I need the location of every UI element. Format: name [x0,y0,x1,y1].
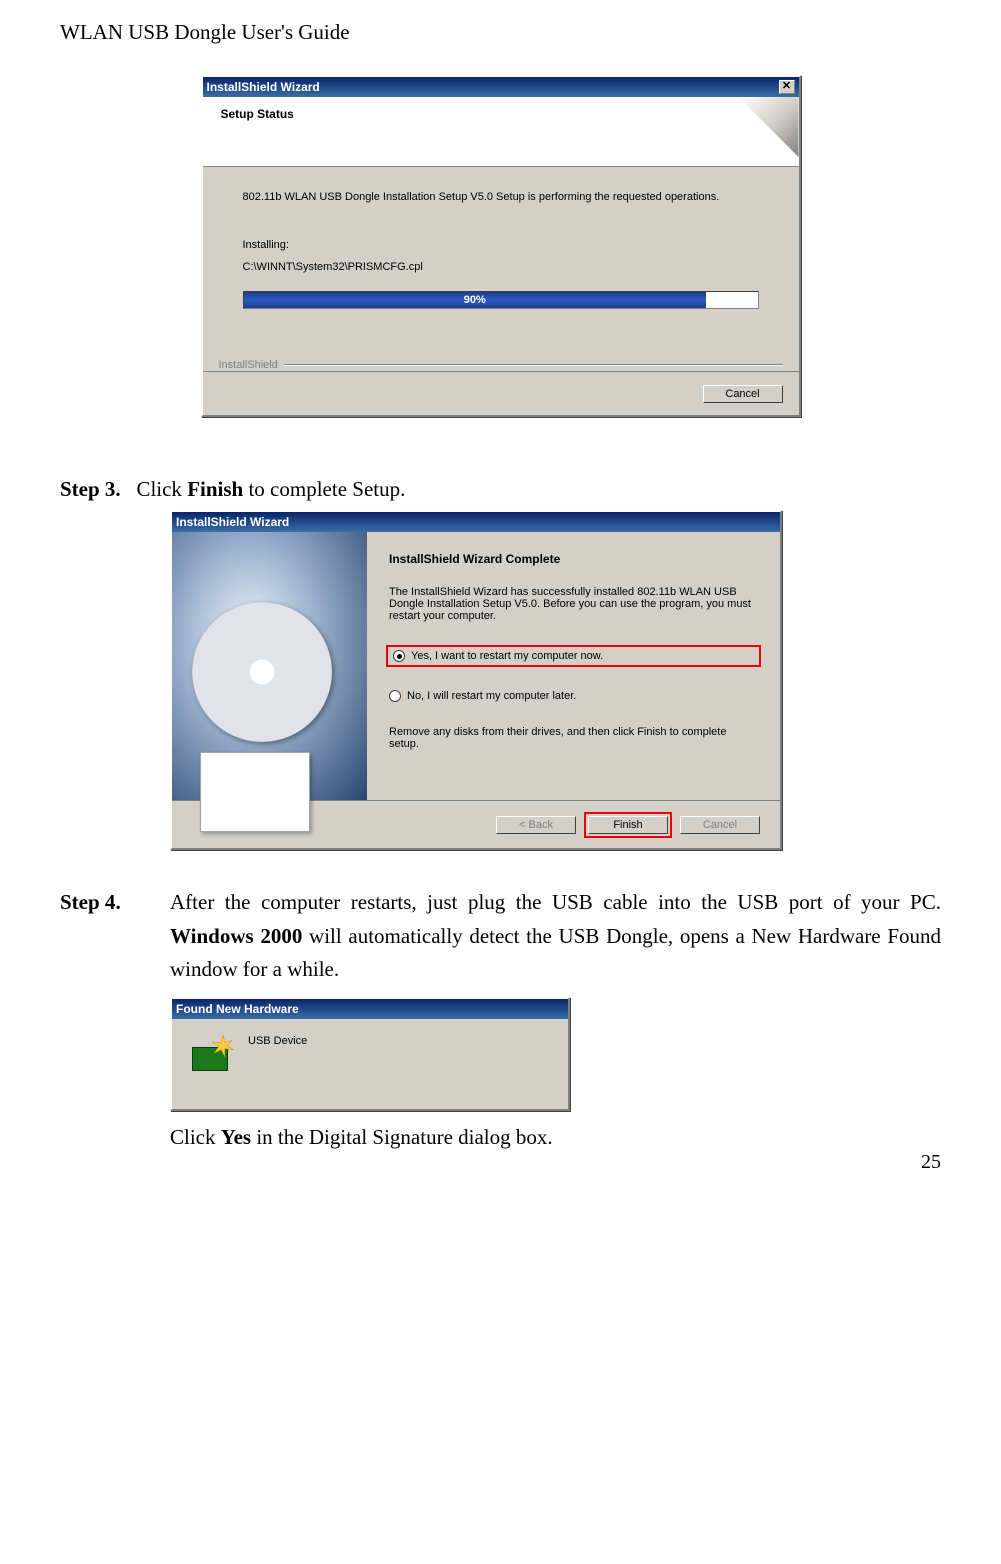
back-button[interactable]: < Back [496,816,576,834]
close-icon[interactable]: ✕ [779,80,795,94]
hardware-icon [190,1035,234,1073]
installshield-brand: InstallShield [219,359,278,371]
radio-restart-now[interactable]: Yes, I want to restart my computer now. [389,648,758,664]
remove-disks-text: Remove any disks from their drives, and … [389,726,758,750]
device-name: USB Device [248,1035,307,1047]
wizard-side-graphic [172,532,367,800]
progress-fill: 90% [244,292,707,308]
step-4-click-yes: Click Yes in the Digital Signature dialo… [170,1121,941,1155]
radio-restart-now-label: Yes, I want to restart my computer now. [411,650,603,662]
setup-message: 802.11b WLAN USB Dongle Installation Set… [243,191,759,203]
page-number: 25 [921,1151,941,1174]
setup-status-title: Setup Status [221,107,781,121]
complete-title: InstallShield Wizard Complete [389,552,758,566]
radio-restart-later[interactable]: No, I will restart my computer later. [389,690,758,702]
step-4-instruction: Step 4. After the computer restarts, jus… [60,886,941,987]
radio-icon [393,650,405,662]
progress-bar: 90% [243,291,759,309]
cancel-button[interactable]: Cancel [680,816,760,834]
doc-header: WLAN USB Dongle User's Guide [60,20,941,45]
titlebar: Found New Hardware [172,999,568,1019]
wizard-header-strip: Setup Status [203,97,799,167]
box-icon [200,752,310,832]
found-new-hardware-window: Found New Hardware USB Device [170,997,570,1111]
titlebar: InstallShield Wizard [172,512,780,532]
window-title: InstallShield Wizard [176,515,289,529]
window-title: InstallShield Wizard [207,80,320,94]
installing-label: Installing: [243,239,759,251]
installshield-complete-window: InstallShield Wizard InstallShield Wizar… [170,510,782,850]
radio-restart-later-label: No, I will restart my computer later. [407,690,576,702]
complete-description: The InstallShield Wizard has successfull… [389,586,758,622]
cd-icon [192,602,332,742]
radio-icon [389,690,401,702]
burst-icon [212,1035,234,1057]
cancel-button[interactable]: Cancel [703,385,783,403]
installshield-status-window: InstallShield Wizard ✕ Setup Status 802.… [201,75,801,417]
step-3-label: Step 3. [60,477,121,501]
window-title: Found New Hardware [176,1002,299,1016]
page-curl-decoration [739,97,799,157]
install-path: C:\WINNT\System32\PRISMCFG.cpl [243,261,759,273]
divider-line [284,364,783,366]
finish-button[interactable]: Finish [588,816,668,834]
titlebar: InstallShield Wizard ✕ [203,77,799,97]
step-3-instruction: Step 3. Click Finish to complete Setup. [60,477,941,502]
